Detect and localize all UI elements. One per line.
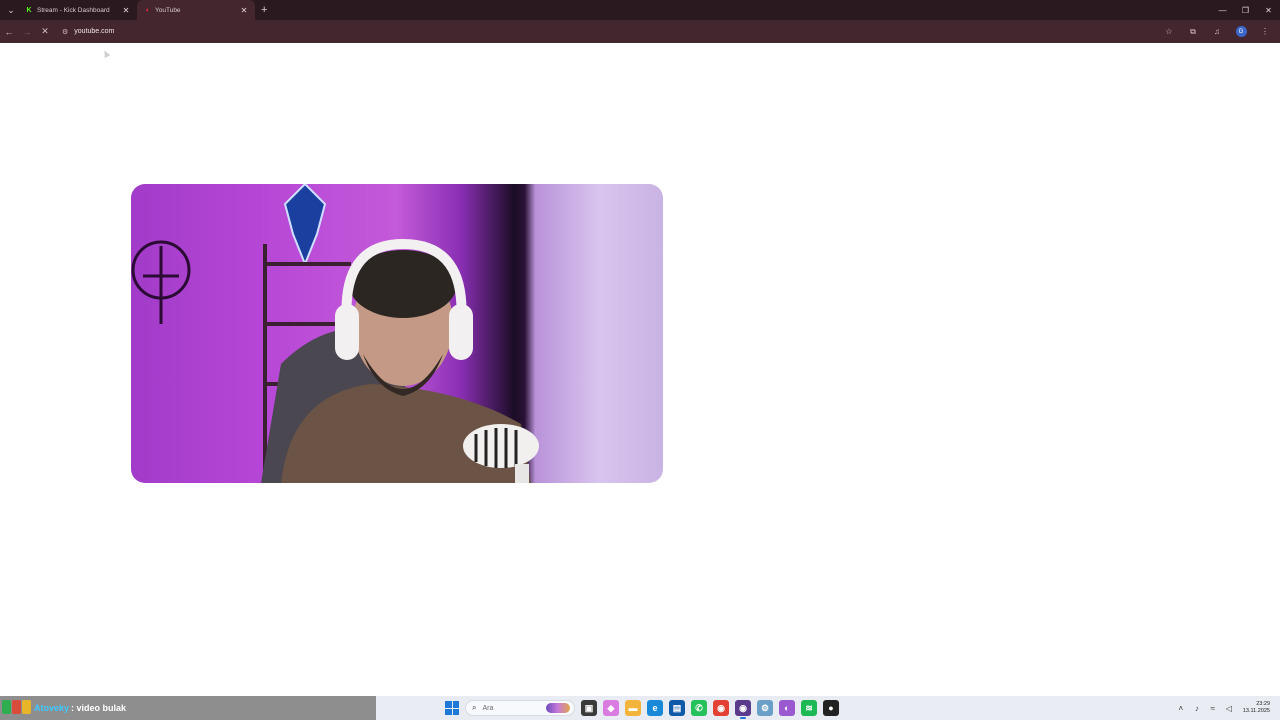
- profile-avatar[interactable]: G: [1230, 21, 1252, 43]
- close-icon[interactable]: ✕: [239, 6, 249, 15]
- microphone-icon[interactable]: ♪: [1191, 704, 1203, 713]
- volume-icon[interactable]: ◁: [1223, 704, 1235, 713]
- tray-chevron-icon[interactable]: ˄: [1175, 704, 1187, 713]
- page-content: [0, 43, 1280, 696]
- chrome-profile-icon[interactable]: ◉: [735, 700, 751, 719]
- search-icon: ⌕: [472, 703, 477, 712]
- stop-loading-icon[interactable]: ✕: [36, 23, 54, 41]
- bookmark-star-icon[interactable]: ☆: [1158, 21, 1180, 43]
- chat-message: : video bulak: [71, 703, 127, 713]
- chat-username: Atoveky: [34, 703, 70, 713]
- sub-badge-icon: [2, 700, 11, 714]
- messenger-icon[interactable]: ◐: [779, 700, 795, 716]
- store-icon[interactable]: ▤: [669, 700, 685, 716]
- tab-kick-dashboard[interactable]: K Stream - Kick Dashboard ✕: [19, 0, 137, 20]
- tab-youtube[interactable]: ◖ YouTube ✕: [137, 0, 255, 20]
- copilot-icon[interactable]: ◆: [603, 700, 619, 716]
- wifi-icon[interactable]: ≈: [1207, 704, 1219, 713]
- wall-logo: [283, 184, 327, 267]
- tab-title: YouTube: [155, 6, 181, 14]
- kick-icon: K: [26, 6, 32, 14]
- whatsapp-icon[interactable]: ✆: [691, 700, 707, 716]
- tab-search-icon[interactable]: ⌄: [3, 2, 19, 18]
- tree-decal: [131, 240, 191, 324]
- toolbar-actions: ☆ ⧉ ♫ G ⋮: [1158, 20, 1276, 43]
- settings-icon[interactable]: ⚙: [757, 700, 773, 716]
- browser-toolbar: ← → ✕ ⚙ youtube.com ☆ ⧉ ♫ G ⋮: [0, 20, 1280, 43]
- taskbar-search[interactable]: ⌕ Ara: [465, 700, 575, 716]
- chrome-icon[interactable]: ◉: [713, 700, 729, 716]
- system-tray: ˄ ♪ ≈ ◁ 23:29 13.11.2025: [1175, 696, 1280, 720]
- task-view-icon[interactable]: ▣: [581, 700, 597, 716]
- window-close-icon[interactable]: ✕: [1257, 0, 1280, 20]
- stream-chat-overlay: Atoveky : video bulak: [0, 696, 376, 720]
- site-info-icon[interactable]: ⚙: [62, 28, 68, 36]
- mouse-cursor-icon: [101, 49, 111, 58]
- browser-tab-strip: ⌄ K Stream - Kick Dashboard ✕ ◖ YouTube …: [0, 0, 1280, 20]
- menu-icon[interactable]: ⋮: [1254, 21, 1276, 43]
- youtube-icon: ◖: [144, 6, 150, 14]
- new-tab-button[interactable]: +: [261, 4, 267, 16]
- file-explorer-icon[interactable]: ▬: [625, 700, 641, 716]
- tab-title: Stream - Kick Dashboard: [37, 6, 110, 14]
- gift-badge-icon: [22, 700, 31, 714]
- minimize-icon[interactable]: —: [1211, 0, 1234, 20]
- vip-badge-icon: [12, 700, 21, 714]
- forward-icon[interactable]: →: [18, 23, 36, 41]
- window-controls: — ❐ ✕: [1211, 0, 1280, 20]
- extensions-icon[interactable]: ⧉: [1182, 21, 1204, 43]
- search-placeholder: Ara: [482, 704, 494, 712]
- clock-date: 13.11.2025: [1242, 708, 1270, 714]
- url-text[interactable]: youtube.com: [74, 28, 114, 35]
- webcam-feed: [131, 184, 539, 483]
- chat-badges: [2, 700, 32, 716]
- spotify-icon[interactable]: ≋: [801, 700, 817, 716]
- close-icon[interactable]: ✕: [121, 6, 131, 15]
- windows-start-icon[interactable]: [445, 701, 459, 715]
- search-highlight-icon: [546, 703, 570, 713]
- clock[interactable]: 23:29 13.11.2025: [1243, 701, 1270, 715]
- windows-taskbar: Atoveky : video bulak ⌕ Ara ▣ ◆ ▬ e ▤ ✆ …: [0, 696, 1280, 720]
- clock-time: 23:29: [1256, 701, 1270, 707]
- restore-icon[interactable]: ❐: [1234, 0, 1257, 20]
- obs-icon[interactable]: ●: [823, 700, 839, 716]
- media-controls-icon[interactable]: ♫: [1206, 21, 1228, 43]
- taskbar-apps: ⌕ Ara ▣ ◆ ▬ e ▤ ✆ ◉ ◉ ⚙ ◐ ≋ ●: [445, 696, 839, 720]
- webcam-overlay: [131, 184, 663, 483]
- back-icon[interactable]: ←: [0, 23, 18, 41]
- edge-icon[interactable]: e: [647, 700, 663, 716]
- address-bar[interactable]: ⚙ youtube.com: [58, 23, 114, 41]
